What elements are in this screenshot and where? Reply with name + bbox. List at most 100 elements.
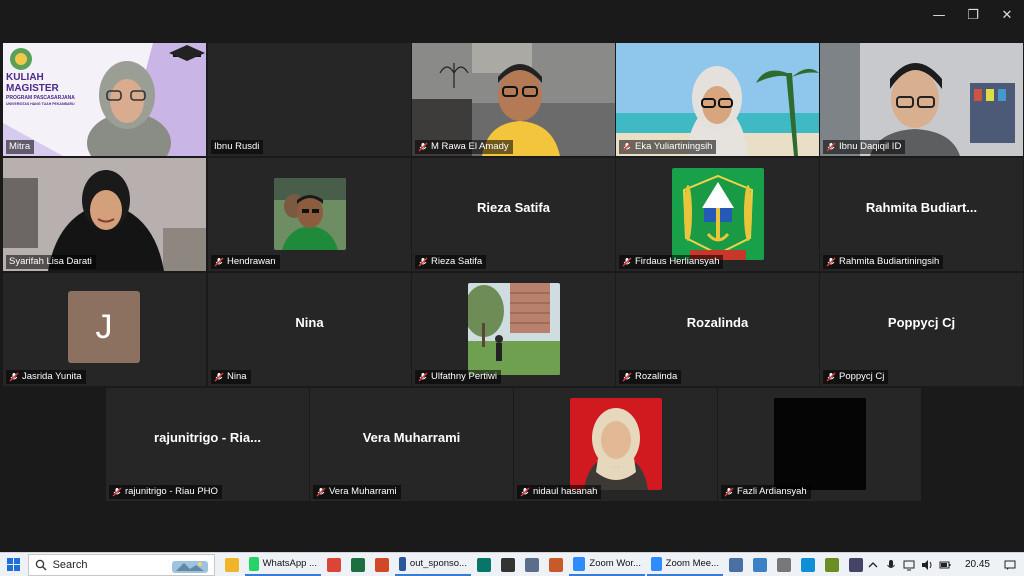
participant-name: Rieza Satifa [431,256,483,267]
participant-name: Nina [227,371,247,382]
participant-name-label: Firdaus Herliansyah [619,255,724,269]
profile-picture [274,178,346,250]
banner-heading: MAGISTER [6,82,59,94]
taskbar-app[interactable] [473,554,495,576]
participant-name: Ulfathny Pertiwi [431,371,497,382]
taskbar-app[interactable]: out_sponso... [394,554,471,576]
system-tray: 20.45 [867,559,1024,571]
participant-name: Jasrida Yunita [22,371,82,382]
participant-tile[interactable]: Eka Yuliartiningsih [616,43,819,156]
participant-name-label: Jasrida Yunita [6,370,86,384]
taskbar-app[interactable] [749,554,771,576]
microphone-icon[interactable] [885,559,897,571]
muted-microphone-icon [826,257,836,267]
participant-tile[interactable]: Rahmita Budiart... Rahmita Budiartinings… [820,158,1023,271]
participant-name-label: Mitra [6,140,35,154]
participant-tile[interactable]: M Rawa El Amady [412,43,615,156]
app-icon [824,557,839,572]
banner-subheading: UNIVERSITAS HANG TUAH PEKANBARU [6,102,75,107]
edge-icon [800,557,815,572]
taskbar-app[interactable]: Zoom Wor... [568,554,645,576]
participant-tile[interactable]: Ibnu Daqiqil ID [820,43,1023,156]
chevron-up-icon[interactable] [867,559,879,571]
participant-display-name: rajunitrigo - Ria... [154,430,261,445]
taskbar-app[interactable]: WhatsApp ... [244,554,321,576]
taskbar-app-label: out_sponso... [409,558,467,569]
taskbar-app[interactable] [845,554,867,576]
taskbar-app[interactable] [797,554,819,576]
taskbar-app-label: Zoom Wor... [589,558,641,569]
participant-name-label: Poppycj Cj [823,370,889,384]
participant-tile[interactable]: Syarifah Lisa Darati [3,158,206,271]
participant-tile[interactable]: Fazli Ardiansyah [718,388,921,501]
taskbar-app[interactable] [221,554,243,576]
participant-tile[interactable]: Firdaus Herliansyah [616,158,819,271]
participant-tile[interactable]: J Jasrida Yunita [3,273,206,386]
publisher-icon [476,557,491,572]
taskbar-app[interactable] [323,554,345,576]
taskbar-app[interactable]: Zoom Mee... [646,554,723,576]
taskbar-app[interactable] [545,554,567,576]
participant-name: Hendrawan [227,256,276,267]
participant-tile[interactable]: Rieza Satifa Rieza Satifa [412,158,615,271]
start-button[interactable] [0,553,28,576]
notification-icon[interactable] [1004,559,1016,571]
participant-tile[interactable]: Rozalinda Rozalinda [616,273,819,386]
volume-icon[interactable] [921,559,933,571]
app-icon [848,557,863,572]
participant-name-label: rajunitrigo - Riau PHO [109,485,222,499]
taskbar-app[interactable] [773,554,795,576]
participant-tile[interactable]: Ibnu Rusdi [208,43,411,156]
taskbar-app[interactable] [821,554,843,576]
participant-display-name: Rahmita Budiart... [865,200,978,215]
participant-tile[interactable]: Vera Muharrami Vera Muharrami [310,388,513,501]
muted-microphone-icon [214,257,224,267]
participant-tile[interactable]: Hendrawan [208,158,411,271]
participant-name-label: nidaul hasanah [517,485,602,499]
participant-tile[interactable]: nidaul hasanah [514,388,717,501]
muted-microphone-icon [418,372,428,382]
battery-icon[interactable] [939,559,951,571]
participant-tile[interactable]: Nina Nina [208,273,411,386]
participant-name-label: Ibnu Rusdi [211,140,264,154]
taskbar-app[interactable] [371,554,393,576]
muted-microphone-icon [622,372,632,382]
participant-tile[interactable]: Ulfathny Pertiwi [412,273,615,386]
participant-display-name: Poppycj Cj [887,315,956,330]
taskbar-app[interactable] [347,554,369,576]
taskbar-app[interactable] [725,554,747,576]
participant-display-name: Rieza Satifa [477,200,550,215]
participant-tile[interactable]: Poppycj Cj Poppycj Cj [820,273,1023,386]
participant-name: rajunitrigo - Riau PHO [125,486,218,497]
banner-text: KULIAH MAGISTER PROGRAM PASCASARJANA UNIVER… [6,72,75,107]
profile-picture [570,398,662,490]
participant-tile[interactable]: KULIAH MAGISTER PROGRAM PASCASARJANA UNIVER… [3,43,206,156]
participant-name-label: Nina [211,370,251,384]
participant-name: Rozalinda [635,371,678,382]
muted-microphone-icon [520,487,530,497]
terminal-icon [500,557,515,572]
muted-microphone-icon [826,372,836,382]
taskbar-app[interactable] [497,554,519,576]
banner-heading: KULIAH [6,72,44,83]
participant-name-label: Eka Yuliartiningsih [619,140,717,154]
participant-name-label: Syarifah Lisa Darati [6,255,96,269]
paint-icon [548,557,563,572]
word-icon [398,556,406,571]
participant-name-label: Rieza Satifa [415,255,487,269]
network-icon[interactable] [903,559,915,571]
windows-logo-icon [7,558,21,571]
taskbar-app[interactable] [521,554,543,576]
powerpoint-icon [374,557,389,572]
muted-microphone-icon [112,487,122,497]
taskbar-search-box[interactable]: Search [27,553,215,576]
participant-name: Poppycj Cj [839,371,885,382]
gallery-view: KULIAH MAGISTER PROGRAM PASCASARJANA UNIVER… [0,0,1024,552]
participant-name-label: Rozalinda [619,370,682,384]
muted-microphone-icon [724,487,734,497]
participant-tile[interactable]: rajunitrigo - Ria... rajunitrigo - Riau … [106,388,309,501]
participant-name-label: Ulfathny Pertiwi [415,370,501,384]
taskbar-app-label: Zoom Mee... [665,558,719,569]
file-explorer-icon [224,557,239,572]
clock[interactable]: 20.45 [957,559,998,570]
